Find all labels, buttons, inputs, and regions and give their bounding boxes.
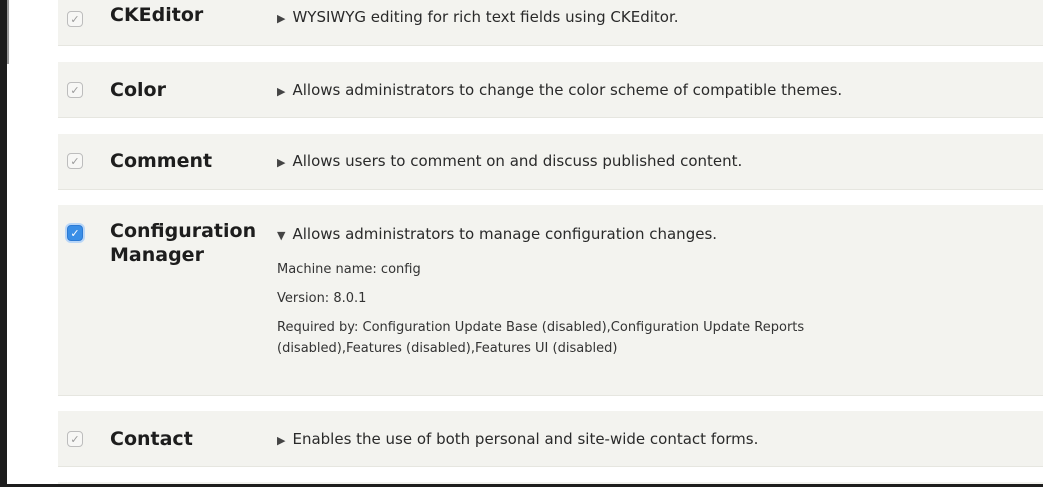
module-checkbox-comment[interactable]: ✓ [67, 153, 83, 169]
window-edge-left [0, 0, 7, 487]
machine-name: Machine name: config [277, 262, 421, 277]
module-description-text: WYSIWYG editing for rich text fields usi… [292, 8, 679, 26]
module-description-text: Allows users to comment on and discuss p… [292, 152, 743, 170]
module-row-contact: ✓ Contact ▶ Enables the use of both perso… [58, 411, 1043, 467]
module-details: Machine name: config Version: 8.0.1 Requ… [277, 259, 977, 359]
module-checkbox-contact[interactable]: ✓ [67, 431, 83, 447]
module-name-comment: Comment [110, 150, 213, 172]
module-description-text: Allows administrators to change the colo… [292, 81, 843, 99]
module-name-ckeditor: CKEditor [110, 4, 204, 26]
module-description-comment[interactable]: ▶ Allows users to comment on and discuss … [277, 151, 742, 173]
module-row-comment: ✓ Comment ▶ Allows users to comment on an… [58, 134, 1043, 190]
required-by-line-1: Required by: Configuration Update Base (… [277, 320, 805, 335]
module-version: Version: 8.0.1 [277, 291, 367, 306]
module-name-contact: Contact [110, 428, 193, 450]
expand-triangle-icon: ▶ [277, 156, 286, 169]
module-row-color: ✓ Color ▶ Allows administrators to change… [58, 62, 1043, 118]
expand-triangle-icon: ▶ [277, 85, 286, 98]
required-by: Required by: Configuration Update Base (… [277, 317, 977, 359]
collapse-triangle-icon: ▼ [277, 229, 286, 242]
module-checkbox-ckeditor[interactable]: ✓ [67, 11, 83, 27]
expand-triangle-icon: ▶ [277, 12, 286, 25]
expand-triangle-icon: ▶ [277, 434, 286, 447]
module-description-configuration-manager[interactable]: ▼ Allows administrators to manage configu… [277, 224, 717, 246]
module-name-line-2: Manager [110, 244, 204, 266]
module-description-text: Allows administrators to manage configur… [292, 225, 718, 243]
module-description-contact[interactable]: ▶ Enables the use of both personal and si… [277, 429, 758, 451]
module-name-line-1: Configuration [110, 220, 257, 242]
module-description-color[interactable]: ▶ Allows administrators to change the col… [277, 80, 842, 102]
module-description-ckeditor[interactable]: ▶ WYSIWYG editing for rich text fields us… [277, 7, 679, 29]
module-checkbox-color[interactable]: ✓ [67, 82, 83, 98]
required-by-line-2: (disabled),Features (disabled),Features … [277, 341, 618, 356]
module-checkbox-configuration-manager[interactable]: ✓ [67, 225, 83, 241]
module-row-configuration-manager: ✓ Configuration Manager ▼ Allows administ… [58, 205, 1043, 396]
module-name-color: Color [110, 79, 166, 101]
module-row-ckeditor: ✓ CKEditor ▶ WYSIWYG editing for rich tex… [58, 0, 1043, 46]
module-description-text: Enables the use of both personal and sit… [292, 430, 759, 448]
modules-list-panel: ✓ CKEditor ▶ WYSIWYG editing for rich tex… [0, 0, 1043, 487]
module-name-configuration-manager: Configuration Manager [110, 219, 256, 267]
window-edge-notch [7, 0, 9, 64]
